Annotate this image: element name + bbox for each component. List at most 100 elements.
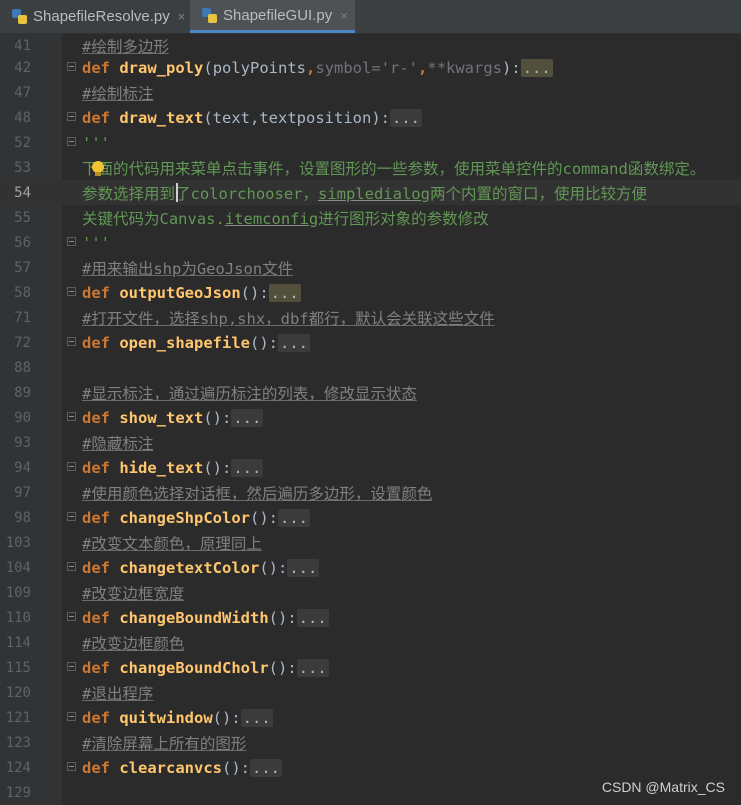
folded-code[interactable]: ... bbox=[231, 408, 264, 427]
code-line[interactable]: 90 def show_text():... bbox=[0, 405, 741, 430]
code-line[interactable]: 103 #改变文本颜色，原理同上 bbox=[0, 530, 741, 555]
folded-code[interactable]: ... bbox=[389, 108, 422, 127]
keyword: def bbox=[82, 608, 110, 627]
params: (): bbox=[203, 458, 232, 477]
keyword: def bbox=[82, 458, 110, 477]
code-line[interactable]: 58 def outputGeoJson():... bbox=[0, 280, 741, 305]
docstring: ''' bbox=[82, 233, 110, 252]
code-line[interactable]: 42 def draw_poly(polyPoints,symbol='r-',… bbox=[0, 55, 741, 80]
folded-code[interactable]: ... bbox=[278, 508, 310, 527]
folded-code[interactable]: ... bbox=[250, 758, 282, 777]
line-number: 121 bbox=[5, 709, 31, 726]
params: (text,textposition): bbox=[203, 108, 390, 127]
fold-icon[interactable] bbox=[67, 137, 76, 146]
code-line[interactable]: 89 #显示标注，通过遍历标注的列表，修改显示状态 bbox=[0, 380, 741, 405]
param: polyPoints bbox=[212, 58, 307, 77]
comment: #使用颜色选择对话框，然后遍历多边形，设置颜色 bbox=[82, 484, 433, 503]
function-definition: def changetextColor():... bbox=[82, 558, 320, 577]
fold-icon[interactable] bbox=[67, 237, 76, 246]
fold-icon[interactable] bbox=[67, 712, 76, 721]
line-number: 93 bbox=[14, 434, 31, 451]
function-name: clearcanvcs bbox=[119, 758, 222, 777]
code-line[interactable]: 97 #使用颜色选择对话框，然后遍历多边形，设置颜色 bbox=[0, 480, 741, 505]
comment: #改变边框颜色 bbox=[82, 634, 185, 653]
docstring-text: 关键代码为Canvas. bbox=[82, 209, 225, 228]
comment: #改变边框宽度 bbox=[82, 584, 185, 603]
fold-icon[interactable] bbox=[67, 337, 76, 346]
code-line[interactable]: 52 ''' bbox=[0, 130, 741, 155]
tab-shapefile-resolve[interactable]: ShapefileResolve.py × bbox=[0, 0, 190, 33]
folded-code[interactable]: ... bbox=[287, 558, 320, 577]
params: (): bbox=[240, 283, 269, 302]
code-line[interactable]: 98 def changeShpColor():... bbox=[0, 505, 741, 530]
code-line[interactable]: 48 def draw_text(text,textposition):... bbox=[0, 105, 741, 130]
code-line[interactable]: 109 #改变边框宽度 bbox=[0, 580, 741, 605]
fold-icon[interactable] bbox=[67, 412, 76, 421]
folded-code[interactable]: ... bbox=[296, 658, 329, 677]
code-line[interactable]: 88 bbox=[0, 355, 741, 380]
code-line[interactable]: 124 def clearcanvcs():... bbox=[0, 755, 741, 780]
watermark: CSDN @Matrix_CS bbox=[601, 779, 725, 795]
code-line[interactable]: 115 def changeBoundCholr():... bbox=[0, 655, 741, 680]
code-line[interactable]: 72 def open_shapefile():... bbox=[0, 330, 741, 355]
folded-code[interactable]: ... bbox=[278, 333, 310, 352]
code-line[interactable]: 71 #打开文件，选择shp,shx，dbf都行，默认会关联这些文件 bbox=[0, 305, 741, 330]
code-line[interactable]: 56 ''' bbox=[0, 230, 741, 255]
tab-shapefile-gui[interactable]: ShapefileGUI.py × bbox=[190, 0, 355, 33]
keyword: def bbox=[82, 658, 110, 677]
params: (): bbox=[212, 708, 241, 727]
fold-icon[interactable] bbox=[67, 62, 76, 71]
fold-icon[interactable] bbox=[67, 512, 76, 521]
line-number: 103 bbox=[5, 534, 31, 551]
intention-bulb-icon[interactable] bbox=[92, 161, 104, 176]
line-number: 48 bbox=[14, 109, 31, 126]
folded-code[interactable]: ... bbox=[240, 708, 273, 727]
line-number: 123 bbox=[5, 734, 31, 751]
keyword: def bbox=[82, 108, 110, 127]
code-line[interactable]: 47 #绘制标注 bbox=[0, 80, 741, 105]
fold-icon[interactable] bbox=[67, 762, 76, 771]
function-name: quitwindow bbox=[119, 708, 213, 727]
line-number: 57 bbox=[14, 259, 31, 276]
folded-code[interactable]: ... bbox=[296, 608, 329, 627]
code-line[interactable]: 123 #清除屏幕上所有的图形 bbox=[0, 730, 741, 755]
text-caret bbox=[176, 183, 178, 202]
function-name: draw_text bbox=[119, 108, 204, 127]
function-name: changeBoundWidth bbox=[119, 608, 269, 627]
code-line[interactable]: 114 #改变边框颜色 bbox=[0, 630, 741, 655]
code-line[interactable]: 57 #用来输出shp为GeoJson文件 bbox=[0, 255, 741, 280]
code-line[interactable]: 55 关键代码为Canvas.itemconfig进行图形对象的参数修改 bbox=[0, 205, 741, 230]
function-definition: def draw_poly(polyPoints,symbol='r-',**k… bbox=[82, 58, 553, 77]
fold-icon[interactable] bbox=[67, 112, 76, 121]
function-definition: def clearcanvcs():... bbox=[82, 758, 282, 777]
line-number: 120 bbox=[5, 684, 31, 701]
code-line[interactable]: 104 def changetextColor():... bbox=[0, 555, 741, 580]
fold-icon[interactable] bbox=[67, 612, 76, 621]
docstring-text: simpledialog bbox=[317, 184, 430, 203]
code-line[interactable]: 110 def changeBoundWidth():... bbox=[0, 605, 741, 630]
line-number: 56 bbox=[14, 234, 31, 251]
function-name: hide_text bbox=[119, 458, 204, 477]
fold-icon[interactable] bbox=[67, 462, 76, 471]
fold-icon[interactable] bbox=[67, 287, 76, 296]
params: (): bbox=[250, 333, 278, 352]
close-icon[interactable]: × bbox=[178, 9, 186, 24]
code-line-current[interactable]: 54 参数选择用到了colorchooser，simpledialog两个内置的… bbox=[0, 180, 741, 205]
code-line[interactable]: 53 下面的代码用来菜单点击事件，设置图形的一些参数，使用菜单控件的comman… bbox=[0, 155, 741, 180]
line-number: 114 bbox=[5, 634, 31, 651]
code-line[interactable]: 120 #退出程序 bbox=[0, 680, 741, 705]
code-line[interactable]: 121 def quitwindow():... bbox=[0, 705, 741, 730]
close-icon[interactable]: × bbox=[340, 8, 348, 23]
folded-code[interactable]: ... bbox=[231, 458, 264, 477]
code-line[interactable]: 94 def hide_text():... bbox=[0, 455, 741, 480]
docstring: 参数选择用到了colorchooser，simpledialog两个内置的窗口，… bbox=[82, 182, 647, 204]
line-number: 89 bbox=[14, 384, 31, 401]
folded-code[interactable]: ... bbox=[520, 58, 553, 77]
code-line[interactable]: 93 #隐藏标注 bbox=[0, 430, 741, 455]
function-definition: def open_shapefile():... bbox=[82, 333, 310, 352]
folded-code[interactable]: ... bbox=[268, 283, 301, 302]
docstring-text: 参数选择用到了colorchooser， bbox=[82, 184, 318, 203]
fold-icon[interactable] bbox=[67, 562, 76, 571]
code-editor[interactable]: 41 #绘制多边形 42 def draw_poly(polyPoints,sy… bbox=[0, 33, 741, 805]
fold-icon[interactable] bbox=[67, 662, 76, 671]
